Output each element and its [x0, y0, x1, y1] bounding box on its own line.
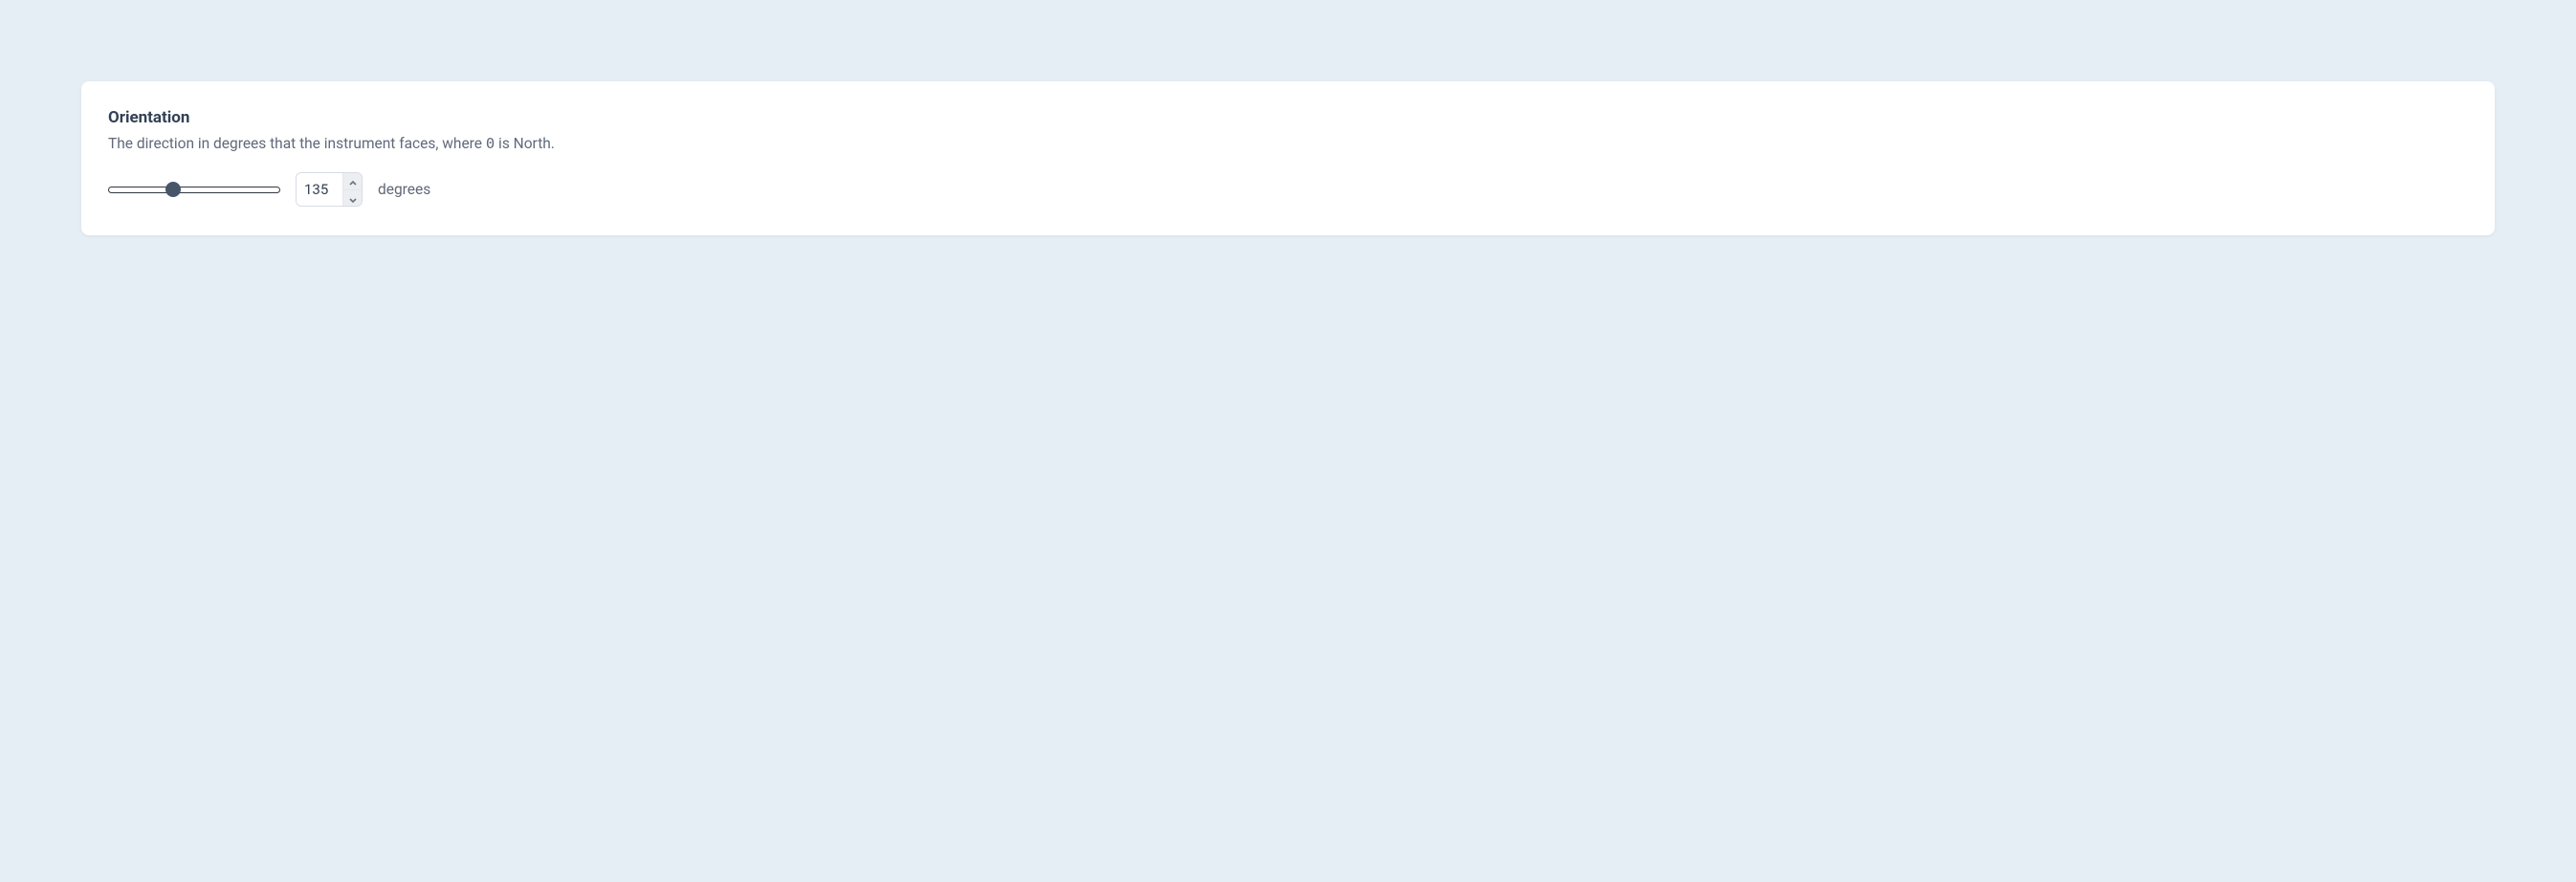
orientation-controls: degrees	[108, 172, 2468, 207]
orientation-description: The direction in degrees that the instru…	[108, 133, 2468, 155]
orientation-stepper	[342, 173, 362, 206]
description-zero-code: 0	[486, 135, 495, 152]
description-suffix: is North.	[495, 135, 555, 152]
orientation-slider[interactable]	[108, 180, 280, 199]
stepper-up-button[interactable]	[343, 173, 362, 190]
chevron-up-icon	[349, 174, 357, 188]
slider-thumb[interactable]	[165, 182, 181, 197]
slider-track	[108, 187, 280, 193]
chevron-down-icon	[349, 191, 357, 206]
orientation-card: Orientation The direction in degrees tha…	[81, 81, 2495, 235]
orientation-number-field	[296, 172, 363, 207]
orientation-unit-label: degrees	[378, 181, 430, 198]
description-prefix: The direction in degrees that the instru…	[108, 135, 486, 152]
orientation-input[interactable]	[297, 173, 342, 206]
orientation-title: Orientation	[108, 108, 2468, 127]
stepper-down-button[interactable]	[343, 190, 362, 207]
